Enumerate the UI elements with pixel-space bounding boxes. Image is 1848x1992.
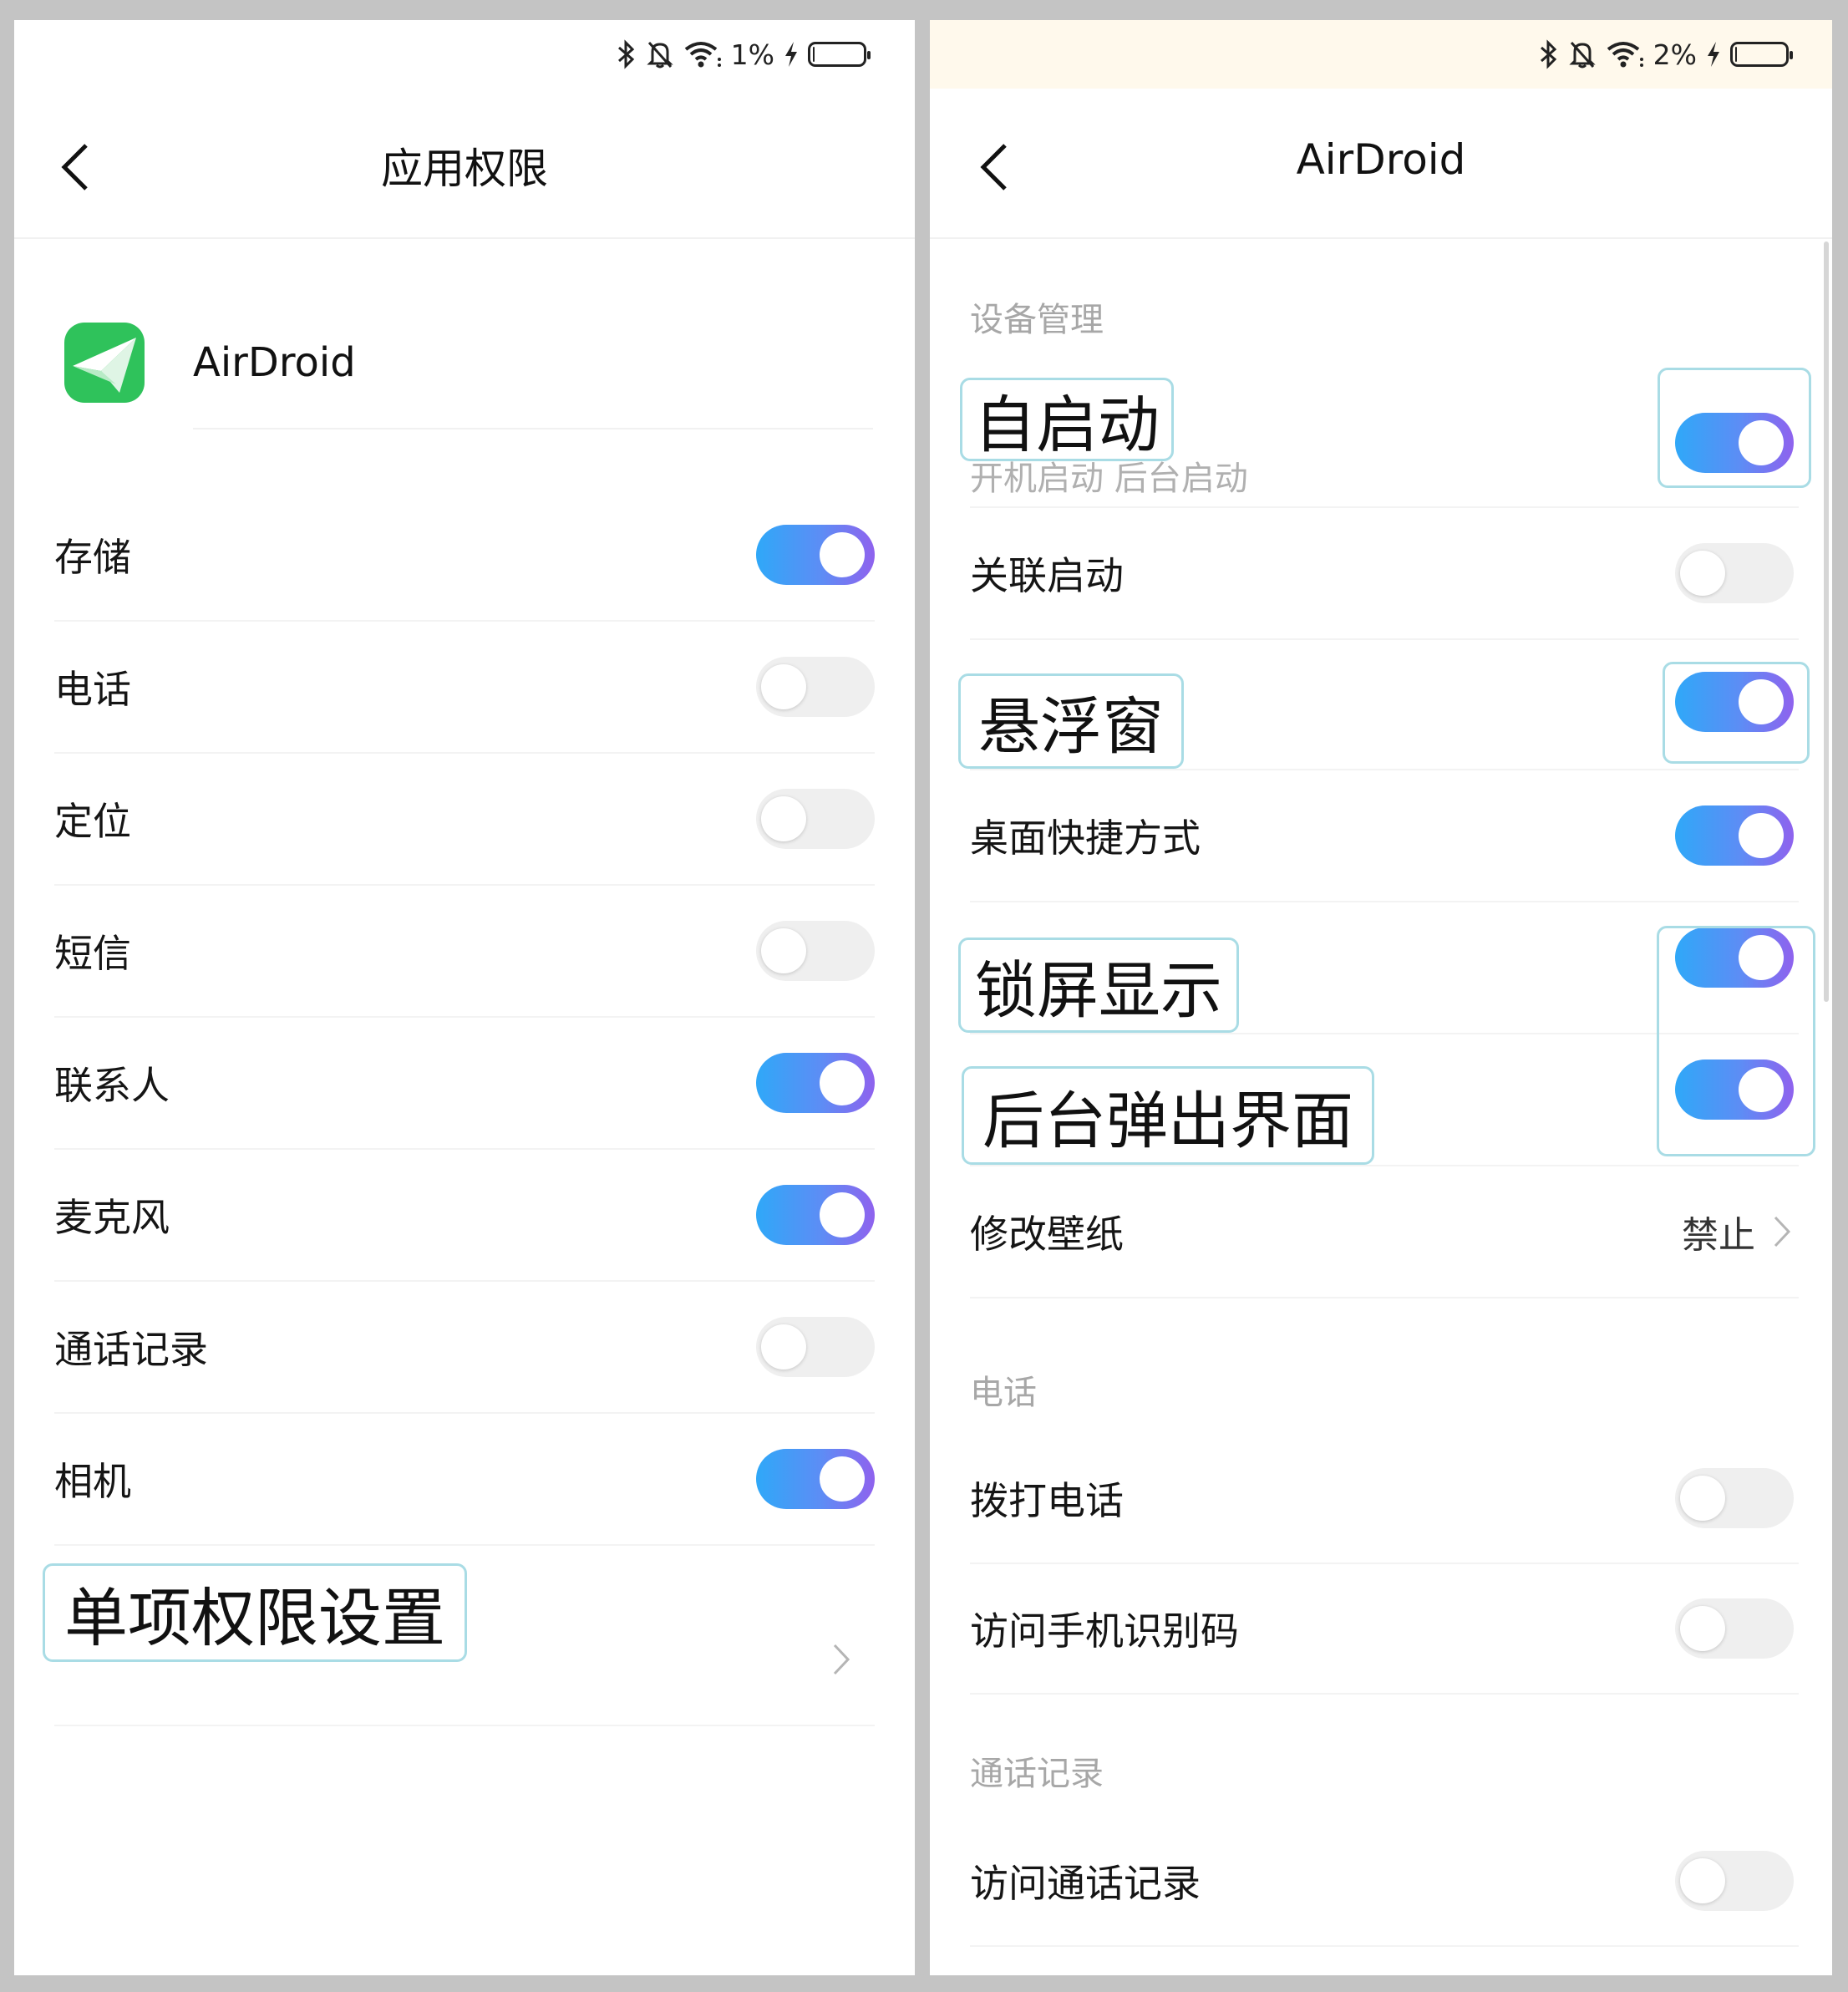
permission-label: 麦克风 <box>54 1195 170 1240</box>
modify-wallpaper-label: 修改壁纸 <box>970 1212 1124 1257</box>
permission-toggle[interactable] <box>756 789 875 849</box>
access-imei-label: 访问手机识别码 <box>970 1608 1239 1654</box>
autostart-label: 自启动 <box>960 378 1174 461</box>
access-call-log-toggle[interactable] <box>1675 1851 1794 1911</box>
battery-icon <box>1730 42 1793 67</box>
background-popup-label: 后台弹出界面 <box>962 1066 1374 1165</box>
title-bar: 应用权限 <box>14 89 915 239</box>
permission-toggle[interactable] <box>756 657 875 717</box>
chevron-right-icon <box>1765 1207 1799 1257</box>
wifi-icon <box>683 39 723 69</box>
wifi-icon <box>1605 39 1645 69</box>
permission-row[interactable]: 麦克风 <box>54 1150 875 1282</box>
autostart-toggle[interactable] <box>1675 413 1794 473</box>
title-bar: AirDroid <box>930 89 1832 239</box>
battery-percent: 2% <box>1653 38 1697 71</box>
airdroid-logo-icon <box>64 323 145 403</box>
mute-bell-icon <box>1568 39 1597 69</box>
modify-wallpaper-value: 禁止 <box>1682 1214 1755 1257</box>
permission-toggle[interactable] <box>756 1185 875 1245</box>
background-popup-toggle[interactable] <box>1675 1059 1794 1120</box>
permission-row[interactable]: 短信 <box>54 886 875 1018</box>
desktop-shortcut-toggle[interactable] <box>1675 805 1794 866</box>
permission-row[interactable]: 电话 <box>54 622 875 754</box>
permission-label: 通话记录 <box>54 1327 208 1372</box>
permission-label: 电话 <box>54 667 131 712</box>
row-desktop-shortcut[interactable]: 桌面快捷方式 <box>970 770 1799 902</box>
chevron-right-icon <box>825 1634 858 1685</box>
permission-toggle[interactable] <box>756 1317 875 1377</box>
make-calls-label: 拨打电话 <box>970 1478 1124 1523</box>
row-associated-launch[interactable]: 关联启动 <box>970 508 1799 640</box>
floating-window-toggle[interactable] <box>1675 671 1794 732</box>
make-calls-toggle[interactable] <box>1675 1468 1794 1528</box>
charging-icon <box>783 40 800 69</box>
lockscreen-display-toggle[interactable] <box>1675 927 1794 988</box>
bluetooth-icon <box>1538 39 1560 69</box>
single-permission-settings-label[interactable]: 单项权限设置 <box>43 1563 467 1662</box>
permission-toggle[interactable] <box>756 525 875 585</box>
permission-row[interactable]: 相机 <box>54 1414 875 1546</box>
battery-icon <box>808 42 871 67</box>
app-name: AirDroid <box>193 296 873 429</box>
permission-toggle[interactable] <box>756 921 875 981</box>
bluetooth-icon <box>616 39 637 69</box>
permission-label: 相机 <box>54 1459 131 1504</box>
permission-label: 短信 <box>54 931 131 976</box>
permission-label: 联系人 <box>54 1063 170 1108</box>
lockscreen-display-label: 锁屏显示 <box>958 938 1239 1033</box>
desktop-shortcut-label: 桌面快捷方式 <box>970 816 1201 861</box>
status-bar: 2% <box>930 20 1832 89</box>
page-title: AirDroid <box>1296 135 1466 184</box>
row-make-calls[interactable]: 拨打电话 <box>970 1434 1799 1564</box>
row-access-call-log[interactable]: 访问通话记录 <box>970 1817 1799 1947</box>
row-modify-wallpaper[interactable]: 修改壁纸 禁止 <box>970 1166 1799 1298</box>
app-header: AirDroid <box>64 296 873 429</box>
status-bar: 1% <box>14 20 915 89</box>
access-imei-toggle[interactable] <box>1675 1598 1794 1659</box>
permission-row[interactable]: 通话记录 <box>54 1282 875 1414</box>
airdroid-permissions-screen: 2% AirDroid 设备管理 开机启动 后台启动 自启动 关联启动 悬浮窗 … <box>930 20 1832 1975</box>
section-header-phone: 电话 <box>970 1374 1037 1412</box>
section-header-calllog: 通话记录 <box>970 1755 1104 1793</box>
access-call-log-label: 访问通话记录 <box>970 1861 1201 1906</box>
scrollbar[interactable] <box>1824 241 1829 1002</box>
permission-row[interactable]: 定位 <box>54 754 875 886</box>
floating-window-label: 悬浮窗 <box>958 673 1184 769</box>
permission-row[interactable]: 联系人 <box>54 1018 875 1150</box>
permission-label: 存储 <box>54 535 131 580</box>
associated-launch-label: 关联启动 <box>970 553 1124 598</box>
row-access-imei[interactable]: 访问手机识别码 <box>970 1564 1799 1695</box>
associated-launch-toggle[interactable] <box>1675 543 1794 603</box>
mute-bell-icon <box>646 39 674 69</box>
app-permissions-screen: 1% 应用权限 AirDroid 存储电话定位短信联系人麦克风通话记录相机 单项… <box>14 20 915 1975</box>
page-title: 应用权限 <box>381 145 548 193</box>
battery-percent: 1% <box>730 38 774 71</box>
section-header-device: 设备管理 <box>970 301 1104 339</box>
charging-icon <box>1705 40 1722 69</box>
permission-label: 定位 <box>54 799 131 844</box>
permission-toggle[interactable] <box>756 1053 875 1113</box>
permission-row[interactable]: 存储 <box>54 490 875 622</box>
permission-toggle[interactable] <box>756 1449 875 1509</box>
